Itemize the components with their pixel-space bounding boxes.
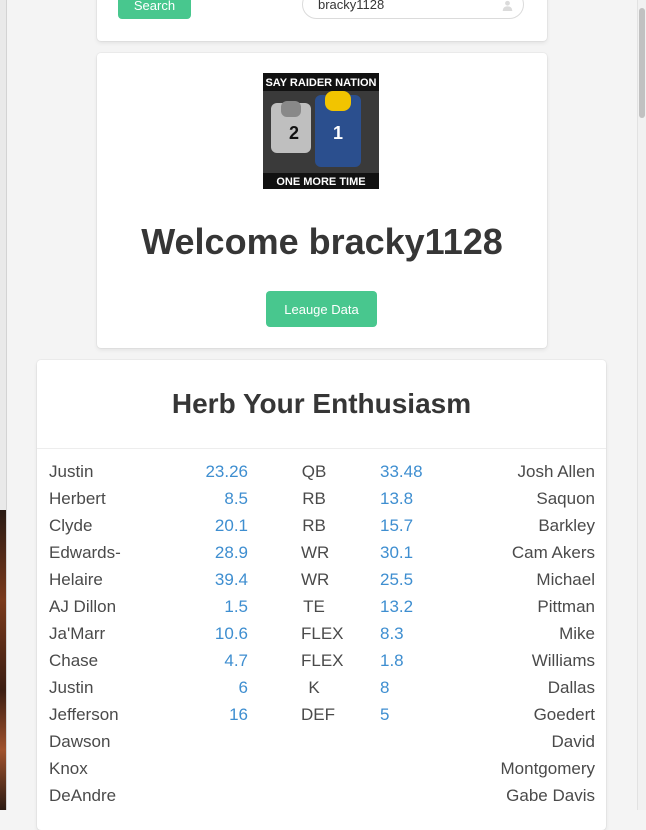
right-player-name: Dallas <box>547 678 595 697</box>
search-card: Search bracky1128 <box>97 0 547 41</box>
right-player-name: Goedert <box>533 705 595 724</box>
user-icon <box>502 0 513 11</box>
left-player-name: Edwards- <box>49 543 121 562</box>
left-player-score: 16 <box>229 705 248 724</box>
position-label: WR <box>301 543 330 562</box>
roster-table: Justin 23.26 QB 33.48 Josh Allen Herbert… <box>37 460 606 811</box>
right-player-score: 33.48 <box>380 462 423 481</box>
right-player-name: Pittman <box>537 597 595 616</box>
desktop-background-strip <box>0 510 6 810</box>
right-player-score: 1.8 <box>380 651 404 670</box>
position-label: FLEX <box>301 624 344 643</box>
search-input-value: bracky1128 <box>318 0 385 12</box>
logo-caption-bottom: ONE MORE TIME <box>276 176 365 188</box>
left-player-name: Justin <box>49 678 94 697</box>
league-data-button[interactable]: Leauge Data <box>266 291 377 327</box>
right-player-score: 5 <box>380 705 390 724</box>
left-player-score: 4.7 <box>224 651 248 670</box>
right-player-name: Barkley <box>538 516 595 535</box>
right-player-name: Josh Allen <box>517 462 596 481</box>
roster-row: Knox Montgomery <box>37 757 606 784</box>
team-name-heading: Herb Your Enthusiasm <box>171 388 472 419</box>
welcome-heading: Welcome bracky1128 <box>141 221 503 262</box>
roster-row: DeAndre Gabe Davis <box>37 784 606 811</box>
position-label: K <box>308 678 320 697</box>
search-input[interactable]: bracky1128 <box>302 0 524 19</box>
roster-row: Edwards- 28.9 WR 30.1 Cam Akers <box>37 541 606 568</box>
team-matchup-card: Herb Your Enthusiasm Justin 23.26 QB 33.… <box>37 360 606 830</box>
right-player-name: Williams <box>531 651 595 670</box>
right-player-score: 8.3 <box>380 624 404 643</box>
search-button[interactable]: Search <box>118 0 191 19</box>
left-player-score: 20.1 <box>214 516 248 535</box>
right-player-score: 30.1 <box>380 543 414 562</box>
right-player-name: Cam Akers <box>511 543 595 562</box>
roster-row: Chase 4.7 FLEX 1.8 Williams <box>37 649 606 676</box>
left-player-score: 1.5 <box>224 597 248 616</box>
right-player-score: 8 <box>380 678 390 697</box>
position-label: FLEX <box>301 651 344 670</box>
left-player-name: DeAndre <box>49 786 117 805</box>
left-player-score: 39.4 <box>214 570 248 589</box>
right-player-name: Montgomery <box>500 759 595 778</box>
left-player-score: 8.5 <box>224 489 248 508</box>
roster-row: Dawson David <box>37 730 606 757</box>
welcome-card: 2 1 SAY RAIDER NATION ONE MORE TIME Welc… <box>97 53 547 348</box>
left-player-name: Knox <box>49 759 88 778</box>
right-player-score: 13.8 <box>380 489 414 508</box>
roster-row: Justin 23.26 QB 33.48 Josh Allen <box>37 460 606 487</box>
left-player-name: Ja'Marr <box>49 624 106 643</box>
right-player-name: Michael <box>536 570 595 589</box>
roster-row: Clyde 20.1 RB 15.7 Barkley <box>37 514 606 541</box>
right-player-name: Mike <box>559 624 595 643</box>
left-player-score: 6 <box>238 678 248 697</box>
left-player-name: Chase <box>49 651 99 670</box>
left-player-name: Helaire <box>49 570 103 589</box>
scrollbar-thumb[interactable] <box>639 8 645 118</box>
roster-row: Ja'Marr 10.6 FLEX 8.3 Mike <box>37 622 606 649</box>
page-scrollbar[interactable] <box>637 0 646 810</box>
roster-row: Justin 6 K 8 Dallas <box>37 676 606 703</box>
logo-jersey-left-number: 2 <box>289 123 299 143</box>
roster-row: Jefferson 16 DEF 5 Goedert <box>37 703 606 730</box>
left-player-score: 10.6 <box>214 624 248 643</box>
logo-caption-top: SAY RAIDER NATION <box>265 77 376 89</box>
team-logo-image: 2 1 SAY RAIDER NATION ONE MORE TIME <box>263 73 379 189</box>
roster-row: Helaire 39.4 WR 25.5 Michael <box>37 568 606 595</box>
left-player-name: Jefferson <box>49 705 119 724</box>
right-player-name: Saquon <box>536 489 595 508</box>
position-label: RB <box>302 489 326 508</box>
right-player-score: 13.2 <box>380 597 414 616</box>
left-player-name: Clyde <box>49 516 93 535</box>
left-player-name: Herbert <box>49 489 106 508</box>
right-player-name: Gabe Davis <box>506 786 595 805</box>
left-player-score: 23.26 <box>205 462 248 481</box>
position-label: QB <box>301 462 327 481</box>
right-player-score: 25.5 <box>380 570 414 589</box>
right-player-score: 15.7 <box>380 516 414 535</box>
team-card-divider <box>37 448 606 449</box>
logo-jersey-right-number: 1 <box>333 123 343 143</box>
roster-row: AJ Dillon 1.5 TE 13.2 Pittman <box>37 595 606 622</box>
position-label: TE <box>303 597 325 616</box>
position-label: RB <box>302 516 326 535</box>
left-player-name: AJ Dillon <box>49 597 117 616</box>
roster-row: Herbert 8.5 RB 13.8 Saquon <box>37 487 606 514</box>
left-player-score: 28.9 <box>214 543 248 562</box>
right-player-name: David <box>551 732 595 751</box>
left-player-name: Dawson <box>49 732 111 751</box>
left-player-name: Justin <box>49 462 94 481</box>
position-label: WR <box>301 570 330 589</box>
position-label: DEF <box>301 705 335 724</box>
